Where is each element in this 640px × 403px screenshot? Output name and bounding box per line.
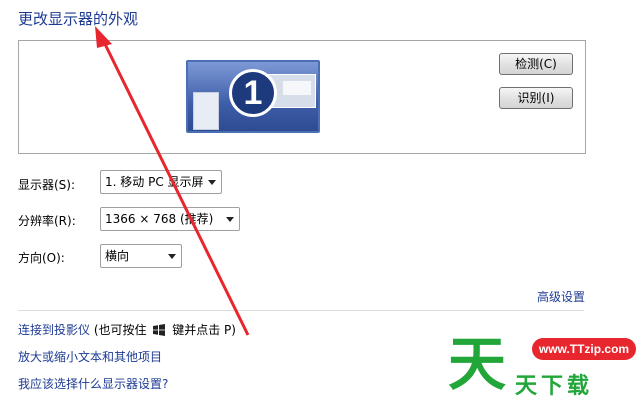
watermark-logo-char: 天 (448, 330, 507, 398)
watermark-text: 天下载 (515, 374, 594, 399)
watermark-url: www.TTzip.com (532, 338, 636, 360)
